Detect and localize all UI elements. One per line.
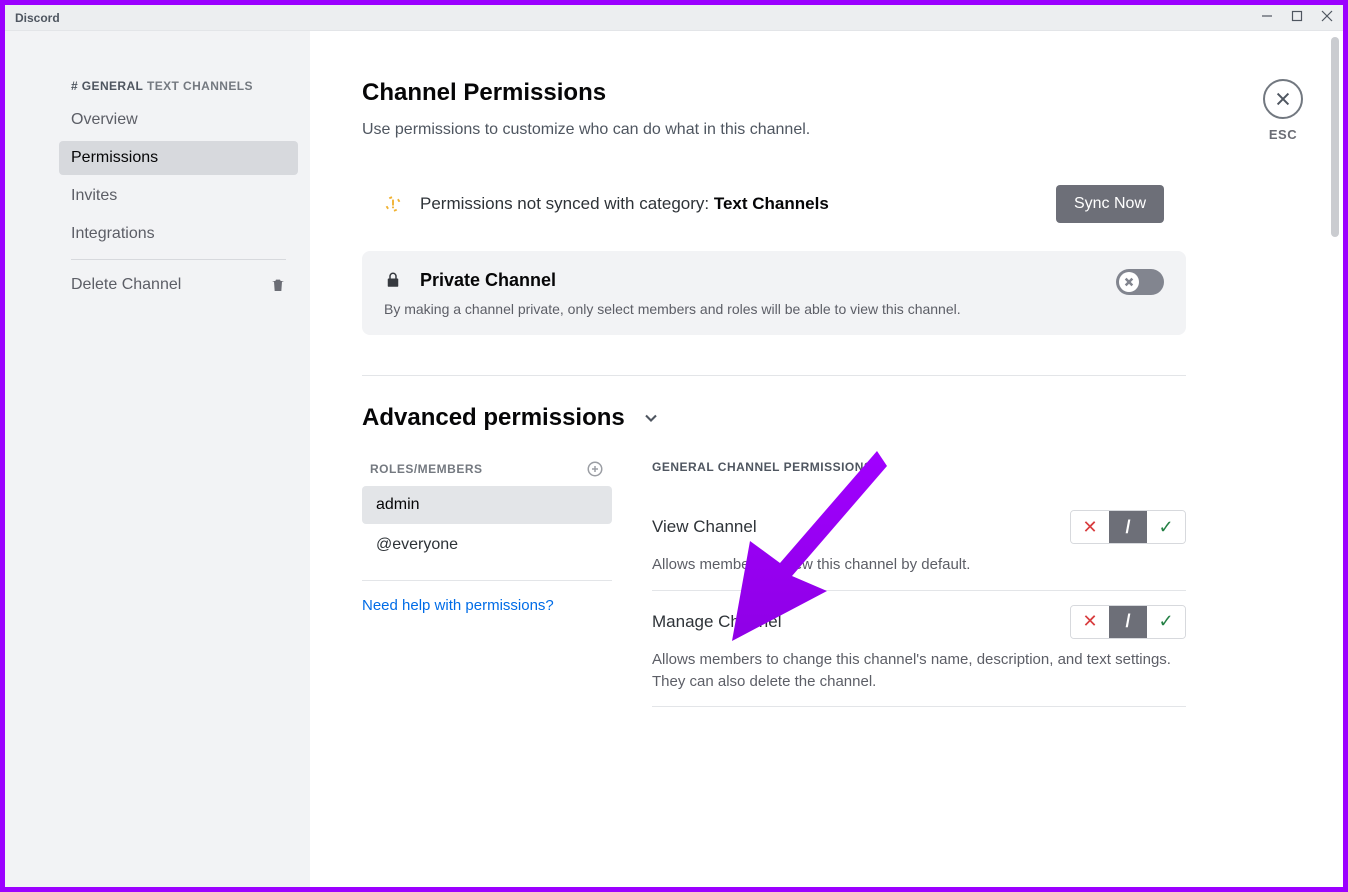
titlebar-controls <box>1261 10 1333 25</box>
permission-name: View Channel <box>652 517 757 537</box>
sync-now-button[interactable]: Sync Now <box>1056 185 1164 223</box>
sidebar-delete-label: Delete Channel <box>71 276 181 294</box>
sidebar-item-invites[interactable]: Invites <box>59 179 298 213</box>
sync-text-prefix: Permissions not synced with category: <box>420 194 714 213</box>
close-icon <box>1274 90 1292 108</box>
sidebar-item-integrations[interactable]: Integrations <box>59 217 298 251</box>
perm-neutral-button[interactable]: / <box>1109 606 1147 638</box>
window-title: Discord <box>15 11 60 25</box>
role-item-admin[interactable]: admin <box>362 486 612 524</box>
help-permissions-link[interactable]: Need help with permissions? <box>362 597 612 614</box>
main-scroll[interactable]: Channel Permissions Use permissions to c… <box>310 31 1343 887</box>
perm-allow-button[interactable]: ✓ <box>1147 511 1185 543</box>
advanced-header[interactable]: Advanced permissions <box>362 404 1331 432</box>
private-channel-card: Private Channel By making a channel priv… <box>362 251 1186 335</box>
sync-bar: Permissions not synced with category: Te… <box>362 171 1186 237</box>
perm-deny-button[interactable]: ✕ <box>1071 606 1109 638</box>
sidebar-item-permissions[interactable]: Permissions <box>59 141 298 175</box>
permission-tri-toggle: ✕ / ✓ <box>1070 510 1186 544</box>
permission-desc: Allows members to change this channel's … <box>652 649 1186 693</box>
sync-text: Permissions not synced with category: Te… <box>420 194 1056 214</box>
advanced-title: Advanced permissions <box>362 404 625 432</box>
page-subtitle: Use permissions to customize who can do … <box>362 121 1331 139</box>
sidebar-item-overview[interactable]: Overview <box>59 103 298 137</box>
permission-name: Manage Channel <box>652 612 781 632</box>
trash-icon <box>270 277 286 293</box>
warning-icon <box>384 195 402 213</box>
private-desc: By making a channel private, only select… <box>384 301 1164 317</box>
section-divider <box>362 375 1186 376</box>
page-title: Channel Permissions <box>362 79 1331 107</box>
sidebar-header-channel: # GENERAL <box>71 79 143 93</box>
close-button[interactable] <box>1263 79 1303 119</box>
sidebar: # GENERAL TEXT CHANNELS Overview Permiss… <box>5 31 310 887</box>
app-window: Discord # GENERAL TEXT CHANNELS Overview… <box>5 5 1343 887</box>
sidebar-delete-channel[interactable]: Delete Channel <box>59 268 298 302</box>
scrollbar-thumb[interactable] <box>1331 37 1339 237</box>
role-item-everyone[interactable]: @everyone <box>362 526 612 564</box>
sidebar-divider <box>71 259 286 260</box>
roles-divider <box>362 580 612 581</box>
toggle-x-icon <box>1124 277 1134 287</box>
close-window-icon[interactable] <box>1321 10 1333 25</box>
permission-desc: Allows members to view this channel by d… <box>652 554 1186 576</box>
content: # GENERAL TEXT CHANNELS Overview Permiss… <box>5 31 1343 887</box>
roles-header-label: ROLES/MEMBERS <box>370 462 483 476</box>
maximize-icon[interactable] <box>1291 10 1303 25</box>
add-role-icon[interactable] <box>586 460 604 478</box>
main-panel: ESC Channel Permissions Use permissions … <box>310 31 1343 887</box>
permissions-column: GENERAL CHANNEL PERMISSIONS View Channel… <box>652 460 1186 707</box>
private-head: Private Channel <box>384 269 1164 291</box>
permission-row-manage-channel: Manage Channel ✕ / ✓ Allows members to c… <box>652 591 1186 708</box>
roles-header: ROLES/MEMBERS <box>362 460 612 486</box>
private-toggle[interactable] <box>1116 269 1164 295</box>
permission-row-view-channel: View Channel ✕ / ✓ Allows members to vie… <box>652 496 1186 591</box>
sidebar-header: # GENERAL TEXT CHANNELS <box>71 79 298 93</box>
close-panel: ESC <box>1263 79 1303 142</box>
sidebar-header-category: TEXT CHANNELS <box>143 79 253 93</box>
perm-allow-button[interactable]: ✓ <box>1147 606 1185 638</box>
sync-category: Text Channels <box>714 194 829 213</box>
chevron-down-icon <box>641 408 661 428</box>
toggle-knob <box>1119 272 1139 292</box>
esc-label: ESC <box>1263 127 1303 142</box>
lock-icon <box>384 269 402 291</box>
permissions-section-title: GENERAL CHANNEL PERMISSIONS <box>652 460 1186 474</box>
perm-deny-button[interactable]: ✕ <box>1071 511 1109 543</box>
roles-column: ROLES/MEMBERS admin @everyone Need help … <box>362 460 612 707</box>
perm-neutral-button[interactable]: / <box>1109 511 1147 543</box>
minimize-icon[interactable] <box>1261 10 1273 25</box>
titlebar: Discord <box>5 5 1343 31</box>
permission-tri-toggle: ✕ / ✓ <box>1070 605 1186 639</box>
advanced-columns: ROLES/MEMBERS admin @everyone Need help … <box>362 460 1331 707</box>
private-title: Private Channel <box>420 270 556 291</box>
